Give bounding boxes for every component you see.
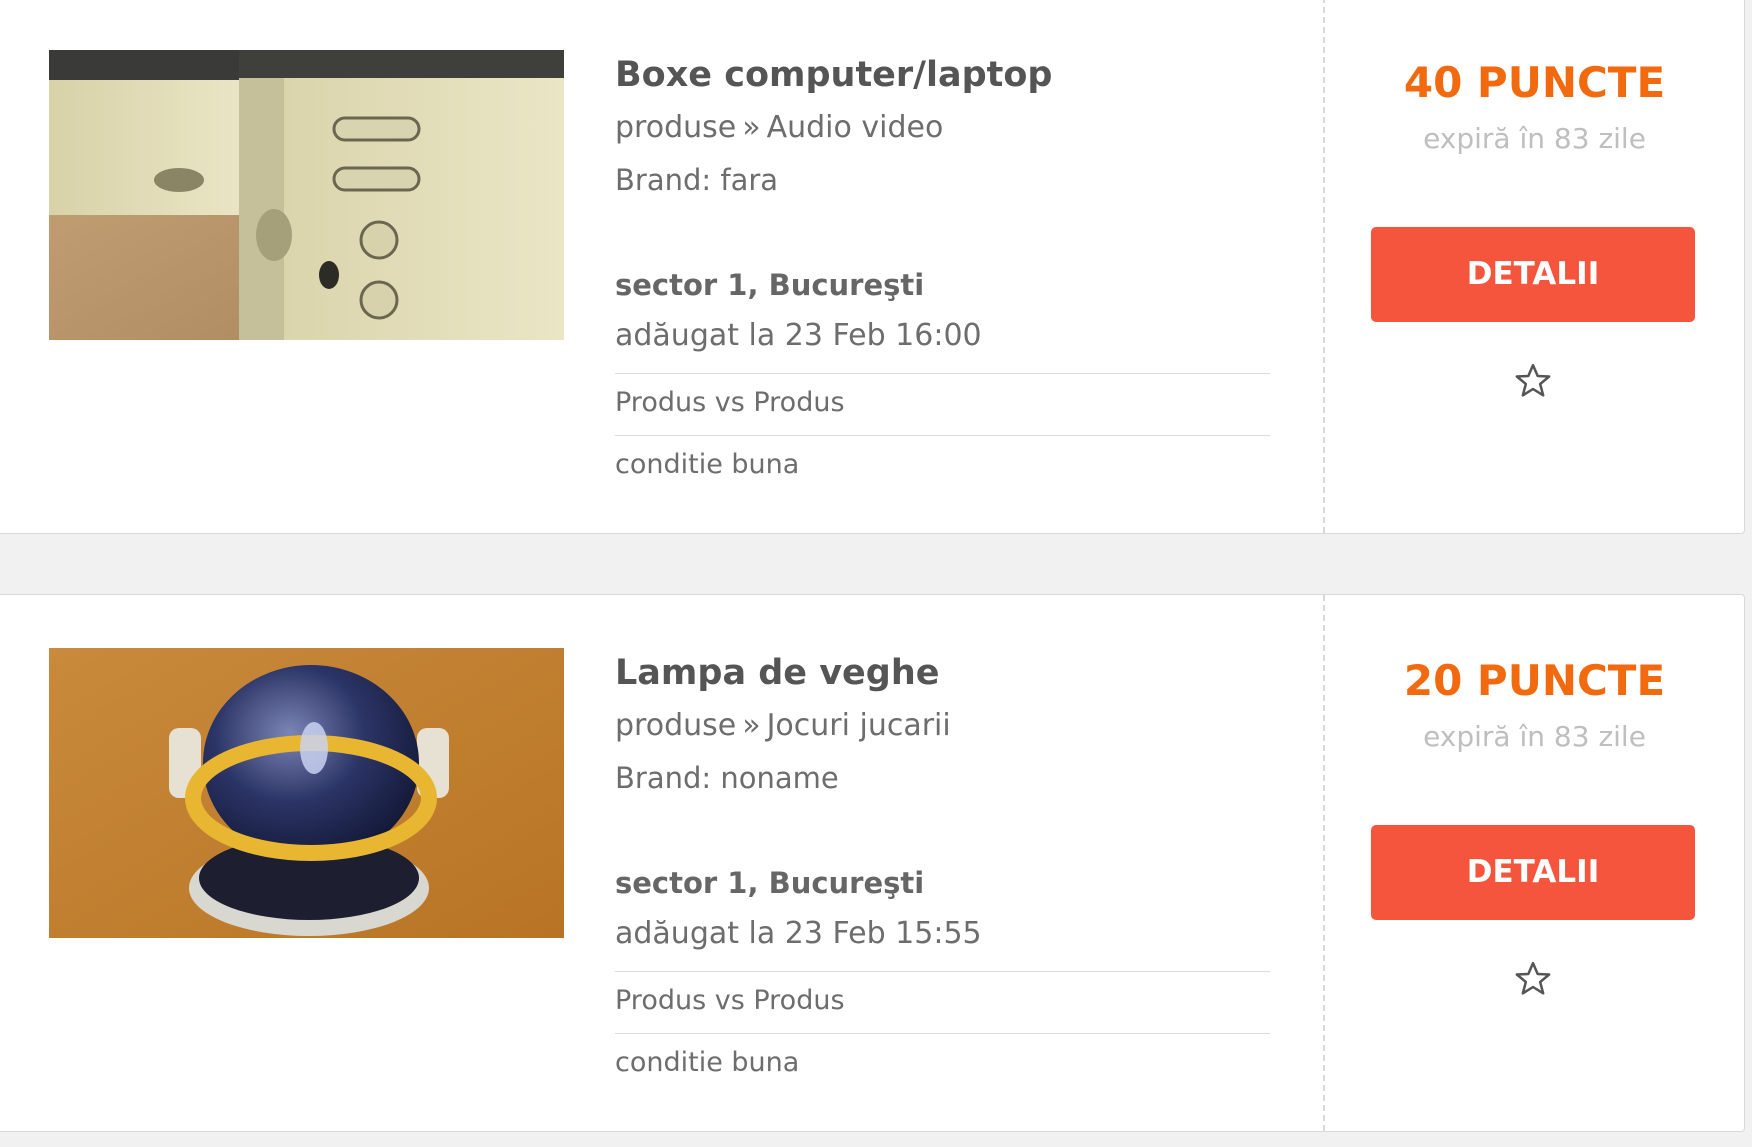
listing-condition: conditie buna: [615, 435, 1270, 497]
listing-location: sector 1, Bucureşti: [615, 268, 925, 302]
listing-actions: 40 PUNCTE expiră în 83 zile DETALII: [1325, 0, 1744, 533]
listing-info: Boxe computer/laptop produse» Audio video…: [615, 51, 1270, 497]
listing-brand: Brand: fara: [615, 163, 779, 197]
listing-expiry: expiră în 83 zile: [1423, 122, 1646, 155]
listing-title[interactable]: Boxe computer/laptop: [615, 51, 1270, 99]
listing-brand: Brand: noname: [615, 761, 839, 795]
listing-title[interactable]: Lampa de veghe: [615, 649, 1270, 697]
category-separator: »: [742, 110, 761, 145]
listing-exchange-type: Produs vs Produs: [615, 971, 1270, 1033]
star-outline-icon: [1515, 363, 1551, 397]
listing-photo-speakers[interactable]: [49, 50, 564, 340]
listing-category: produse» Jocuri jucarii: [615, 700, 1270, 752]
lamp-photo: [49, 648, 564, 938]
favorite-star-icon[interactable]: [1513, 959, 1553, 999]
listing-location: sector 1, Bucureşti: [615, 866, 925, 900]
listing-card: Boxe computer/laptop produse» Audio video…: [0, 0, 1745, 534]
listing-actions: 20 PUNCTE expiră în 83 zile DETALII: [1325, 595, 1744, 1131]
listing-date-added: adăugat la 23 Feb 15:55: [615, 916, 982, 951]
listing-expiry: expiră în 83 zile: [1423, 720, 1646, 753]
listing-points: 20 PUNCTE: [1403, 656, 1666, 705]
category-root-link[interactable]: produse: [615, 110, 736, 145]
listing-card: Lampa de veghe produse» Jocuri jucarii Br…: [0, 594, 1745, 1132]
category-link[interactable]: Jocuri jucarii: [767, 708, 951, 743]
details-button[interactable]: DETALII: [1371, 227, 1695, 322]
listing-category: produse» Audio video: [615, 102, 1270, 154]
star-outline-icon: [1515, 961, 1551, 995]
listing-condition: conditie buna: [615, 1033, 1270, 1095]
listing-info: Lampa de veghe produse» Jocuri jucarii Br…: [615, 649, 1270, 1095]
category-root-link[interactable]: produse: [615, 708, 736, 743]
category-link[interactable]: Audio video: [767, 110, 944, 145]
category-separator: »: [742, 708, 761, 743]
listing-date-added: adăugat la 23 Feb 16:00: [615, 318, 982, 353]
speakers-photo: [49, 50, 564, 340]
listing-points: 40 PUNCTE: [1403, 58, 1666, 107]
listing-photo-lamp[interactable]: [49, 648, 564, 938]
favorite-star-icon[interactable]: [1513, 361, 1553, 401]
listing-exchange-type: Produs vs Produs: [615, 373, 1270, 435]
details-button[interactable]: DETALII: [1371, 825, 1695, 920]
